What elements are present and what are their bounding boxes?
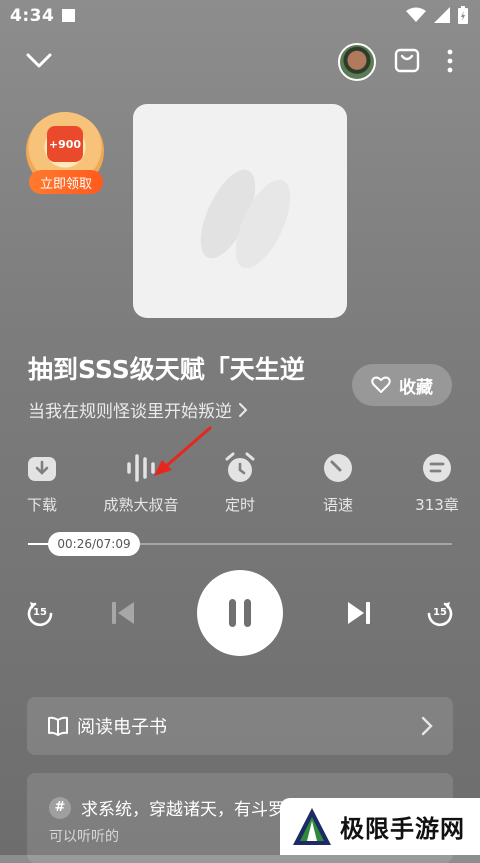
alarm-clock-icon (224, 452, 256, 484)
skip-previous-icon (112, 602, 134, 624)
tool-speed[interactable]: 语速 (290, 452, 386, 515)
download-icon (26, 452, 58, 484)
tool-label: 下载 (26, 496, 57, 514)
annotation-arrow (154, 426, 212, 476)
recommendation-title-row: # 求系统，穿越诸天，有斗罗 (49, 795, 285, 820)
open-book-icon (48, 716, 68, 736)
tool-label: 语速 (322, 496, 353, 514)
tool-label: 定时 (224, 496, 255, 514)
notification-icon (62, 9, 75, 22)
reward-badge[interactable]: +900 立即领取 (26, 112, 106, 194)
pause-icon (229, 599, 251, 627)
battery-icon (458, 6, 468, 24)
tool-label: 313章 (415, 496, 459, 514)
tool-row: 下载 成熟大叔音 定时 语速 313章 (0, 452, 480, 522)
site-watermark: 极限手游网 (280, 798, 480, 855)
progress-time[interactable]: 00:26/07:09 (48, 532, 140, 556)
tool-label: 成熟大叔音 (103, 496, 179, 514)
user-avatar[interactable] (338, 43, 376, 81)
status-icons (406, 6, 468, 24)
shopping-bag-icon[interactable] (394, 47, 420, 73)
recommendation-title: 求系统，穿越诸天，有斗罗 (81, 800, 285, 820)
rewind-15-button[interactable]: 15 (22, 596, 58, 632)
book-subtitle-link[interactable]: 当我在规则怪谈里开始叛逆 (28, 397, 248, 422)
chapters-icon (421, 452, 453, 484)
collapse-chevron-icon[interactable] (26, 52, 52, 70)
claim-reward-button[interactable]: 立即领取 (29, 170, 103, 194)
status-bar: 4:34 (0, 0, 480, 34)
hashtag-icon: # (49, 796, 71, 819)
pause-button[interactable] (197, 570, 283, 656)
signal-icon (434, 7, 450, 23)
chevron-right-icon (239, 402, 248, 417)
book-subtitle: 当我在规则怪谈里开始叛逆 (28, 402, 232, 422)
book-cover (133, 104, 347, 318)
cover-placeholder-logo (200, 169, 291, 269)
favorite-button[interactable]: 收藏 (352, 364, 452, 406)
watermark-text: 极限手游网 (340, 815, 465, 843)
reward-amount: +900 (47, 126, 83, 162)
rewind-seconds: 15 (33, 607, 47, 618)
next-chapter-button[interactable] (342, 596, 376, 630)
heart-icon (371, 376, 391, 393)
favorite-label: 收藏 (399, 377, 433, 398)
status-time: 4:34 (10, 6, 55, 26)
recommendation-subtitle: 可以听听的 (49, 829, 119, 845)
previous-chapter-button[interactable] (106, 596, 140, 630)
forward-15-button[interactable]: 15 (422, 596, 458, 632)
read-ebook-card[interactable]: 阅读电子书 (27, 697, 453, 755)
wifi-icon (406, 7, 426, 22)
read-ebook-label: 阅读电子书 (77, 717, 167, 738)
book-title: 抽到SSS级天赋「天生逆 (28, 355, 305, 384)
speed-icon (322, 452, 354, 484)
skip-next-icon (348, 602, 370, 624)
tool-chapters[interactable]: 313章 (389, 452, 480, 515)
chevron-right-icon (421, 716, 433, 736)
tool-download[interactable]: 下载 (0, 452, 90, 515)
more-options-icon[interactable] (444, 49, 456, 75)
forward-seconds: 15 (433, 607, 447, 618)
watermark-logo (293, 807, 331, 845)
